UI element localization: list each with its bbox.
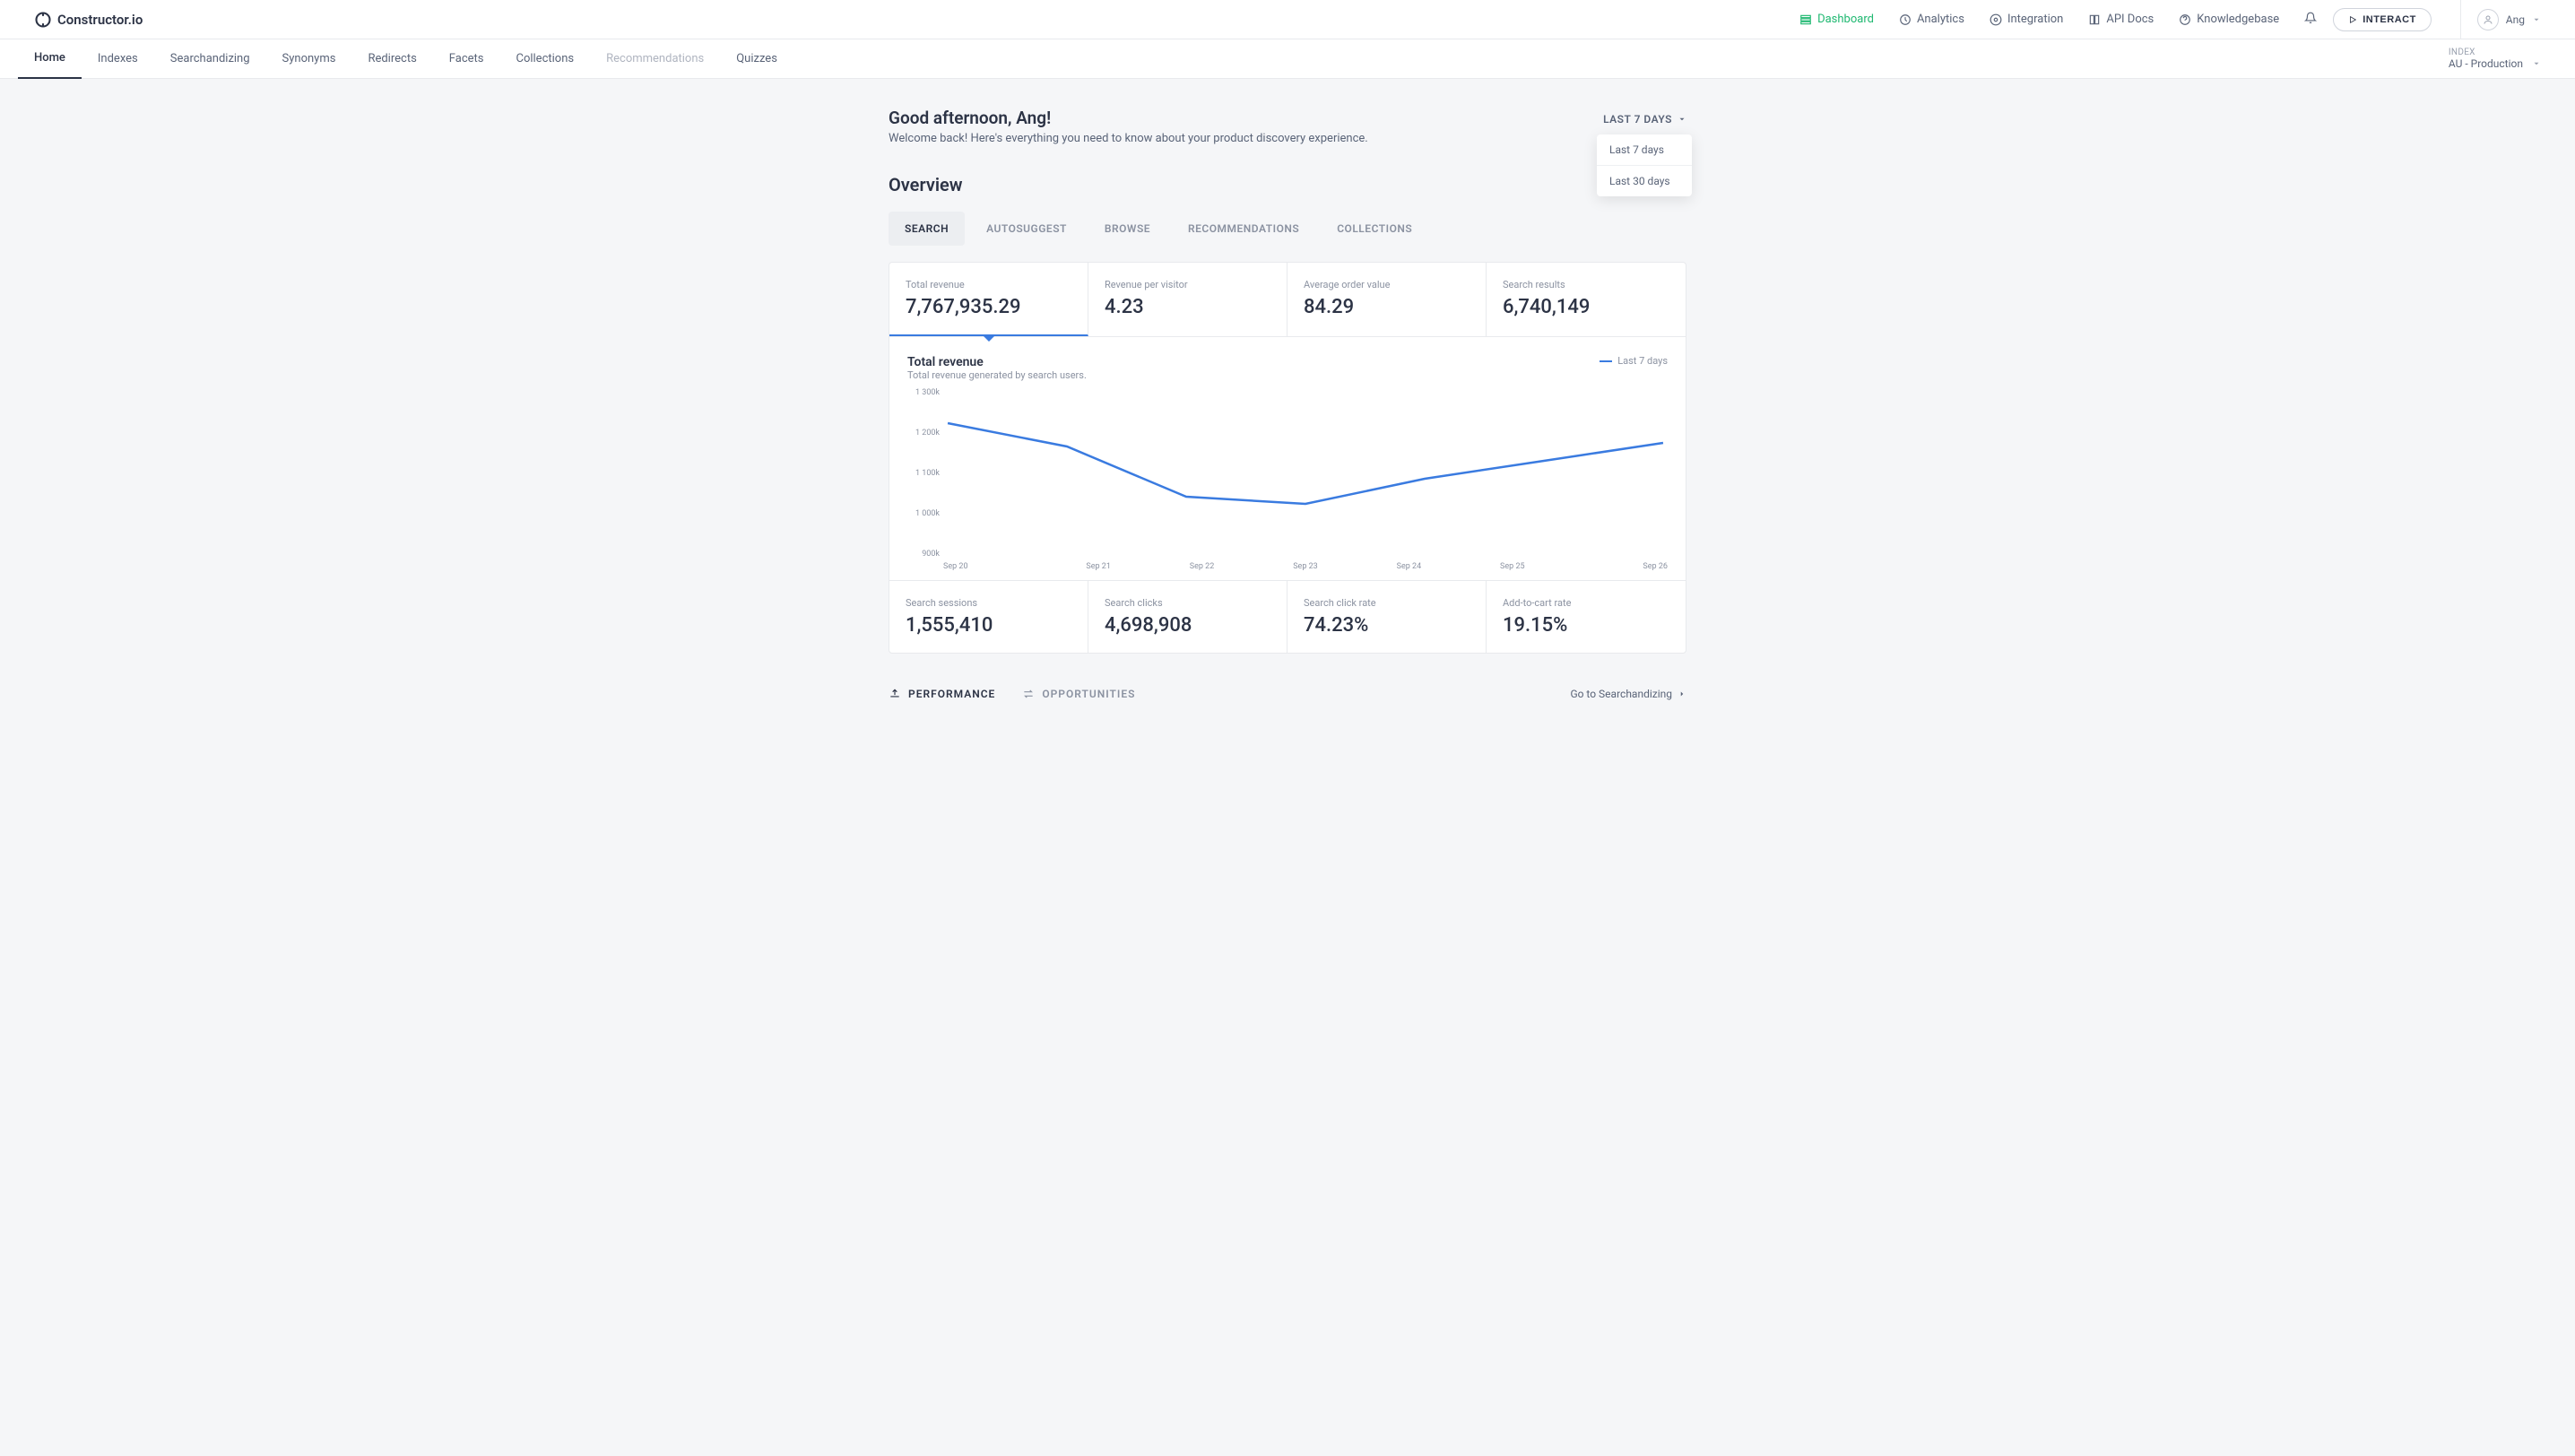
caret-right-icon bbox=[1678, 689, 1686, 698]
nav-dashboard[interactable]: Dashboard bbox=[1799, 13, 1874, 26]
date-option-30[interactable]: Last 30 days bbox=[1597, 165, 1692, 196]
chart-legend: Last 7 days bbox=[1600, 355, 1668, 367]
caret-down-icon bbox=[2532, 59, 2541, 68]
integration-icon bbox=[1990, 13, 2002, 26]
legend-line-icon bbox=[1600, 360, 1612, 362]
subnav-collections[interactable]: Collections bbox=[499, 39, 590, 79]
greeting-title: Good afternoon, Ang! bbox=[889, 108, 1368, 128]
nav-analytics[interactable]: Analytics bbox=[1899, 13, 1964, 26]
help-icon bbox=[2179, 13, 2191, 26]
sub-nav: Home Indexes Searchandizing Synonyms Red… bbox=[0, 39, 2575, 79]
greeting-sub: Welcome back! Here's everything you need… bbox=[889, 132, 1368, 145]
caret-down-icon bbox=[2532, 15, 2541, 24]
chart-subtitle: Total revenue generated by search users. bbox=[907, 369, 1087, 381]
subnav-recommendations[interactable]: Recommendations bbox=[590, 39, 720, 79]
top-header: Constructor.io Dashboard Analytics Integ… bbox=[0, 0, 2575, 39]
subnav-quizzes[interactable]: Quizzes bbox=[720, 39, 793, 79]
bottom-tabs-row: PERFORMANCE OPPORTUNITIES Go to Searchan… bbox=[889, 688, 1686, 700]
subnav-synonyms[interactable]: Synonyms bbox=[266, 39, 352, 79]
metrics-bottom-row: Search sessions 1,555,410 Search clicks … bbox=[889, 580, 1686, 653]
metric-search-clicks[interactable]: Search clicks 4,698,908 bbox=[1088, 581, 1288, 653]
tab-collections[interactable]: COLLECTIONS bbox=[1321, 212, 1428, 246]
user-icon bbox=[2483, 14, 2493, 25]
avatar bbox=[2477, 9, 2499, 30]
logo-text: Constructor.io bbox=[57, 12, 143, 28]
goto-searchandizing-link[interactable]: Go to Searchandizing bbox=[1570, 688, 1686, 700]
main-content: Good afternoon, Ang! Welcome back! Here'… bbox=[889, 79, 1686, 736]
swap-icon bbox=[1022, 688, 1035, 700]
metric-add-to-cart-rate[interactable]: Add-to-cart rate 19.15% bbox=[1487, 581, 1686, 653]
interact-button[interactable]: INTERACT bbox=[2333, 8, 2432, 31]
chart: 1 300k 1 200k 1 100k 1 000k 900k bbox=[907, 388, 1668, 576]
book-icon bbox=[2088, 13, 2101, 26]
subnav-home[interactable]: Home bbox=[18, 39, 82, 79]
tab-opportunities[interactable]: OPPORTUNITIES bbox=[1022, 688, 1135, 700]
y-tick-label: 1 300k bbox=[907, 388, 940, 397]
nav-api-docs[interactable]: API Docs bbox=[2088, 13, 2154, 26]
index-value: AU - Production bbox=[2449, 57, 2523, 70]
metric-average-order-value[interactable]: Average order value 84.29 bbox=[1288, 263, 1487, 336]
overview-tabs: SEARCH AUTOSUGGEST BROWSE RECOMMENDATION… bbox=[889, 212, 1686, 246]
metric-total-revenue[interactable]: Total revenue 7,767,935.29 bbox=[889, 263, 1088, 336]
y-tick-label: 1 200k bbox=[907, 429, 940, 438]
y-tick-label: 1 100k bbox=[907, 469, 940, 478]
metric-search-click-rate[interactable]: Search click rate 74.23% bbox=[1288, 581, 1487, 653]
chart-canvas bbox=[943, 388, 1668, 559]
tab-recommendations[interactable]: RECOMMENDATIONS bbox=[1172, 212, 1315, 246]
metric-search-sessions[interactable]: Search sessions 1,555,410 bbox=[889, 581, 1088, 653]
logo[interactable]: Constructor.io bbox=[34, 11, 143, 29]
subnav-redirects[interactable]: Redirects bbox=[351, 39, 432, 79]
date-filter-button[interactable]: LAST 7 DAYS bbox=[1603, 108, 1686, 131]
perf-tabs: PERFORMANCE OPPORTUNITIES bbox=[889, 688, 1135, 700]
subnav-indexes[interactable]: Indexes bbox=[82, 39, 154, 79]
nav-knowledgebase[interactable]: Knowledgebase bbox=[2179, 13, 2279, 26]
bell-icon bbox=[2304, 12, 2317, 24]
date-filter-dropdown: Last 7 days Last 30 days bbox=[1597, 134, 1692, 196]
tab-autosuggest[interactable]: AUTOSUGGEST bbox=[970, 212, 1083, 246]
y-tick-label: 1 000k bbox=[907, 509, 940, 518]
header-actions: INTERACT Ang bbox=[2304, 0, 2541, 39]
tab-search[interactable]: SEARCH bbox=[889, 212, 965, 246]
greeting-row: Good afternoon, Ang! Welcome back! Here'… bbox=[889, 108, 1686, 145]
overview-title: Overview bbox=[889, 174, 1686, 195]
dashboard-icon bbox=[1799, 13, 1812, 26]
metric-search-results[interactable]: Search results 6,740,149 bbox=[1487, 263, 1686, 336]
date-option-7[interactable]: Last 7 days bbox=[1597, 134, 1692, 165]
index-selector[interactable]: INDEX AU - Production bbox=[2449, 48, 2557, 70]
top-nav: Dashboard Analytics Integration API Docs… bbox=[1799, 13, 2279, 26]
metric-revenue-per-visitor[interactable]: Revenue per visitor 4.23 bbox=[1088, 263, 1288, 336]
nav-integration[interactable]: Integration bbox=[1990, 13, 2063, 26]
logo-icon bbox=[34, 11, 52, 29]
play-icon bbox=[2348, 15, 2357, 24]
y-tick-label: 900k bbox=[907, 550, 940, 559]
chart-section: Total revenue Total revenue generated by… bbox=[889, 336, 1686, 580]
upload-icon bbox=[889, 688, 901, 700]
metrics-top-row: Total revenue 7,767,935.29 Revenue per v… bbox=[889, 263, 1686, 336]
chart-title: Total revenue bbox=[907, 355, 1087, 369]
overview-card: Total revenue 7,767,935.29 Revenue per v… bbox=[889, 262, 1686, 654]
chart-line bbox=[948, 423, 1663, 504]
subnav-facets[interactable]: Facets bbox=[433, 39, 500, 79]
user-name: Ang bbox=[2506, 13, 2525, 26]
caret-down-icon bbox=[1678, 115, 1686, 124]
user-menu[interactable]: Ang bbox=[2460, 0, 2541, 39]
subnav-searchandizing[interactable]: Searchandizing bbox=[154, 39, 266, 79]
analytics-icon bbox=[1899, 13, 1912, 26]
greeting: Good afternoon, Ang! Welcome back! Here'… bbox=[889, 108, 1368, 145]
tab-browse[interactable]: BROWSE bbox=[1088, 212, 1166, 246]
tab-performance[interactable]: PERFORMANCE bbox=[889, 688, 995, 700]
index-label: INDEX bbox=[2449, 48, 2475, 57]
notifications-button[interactable] bbox=[2304, 11, 2317, 28]
